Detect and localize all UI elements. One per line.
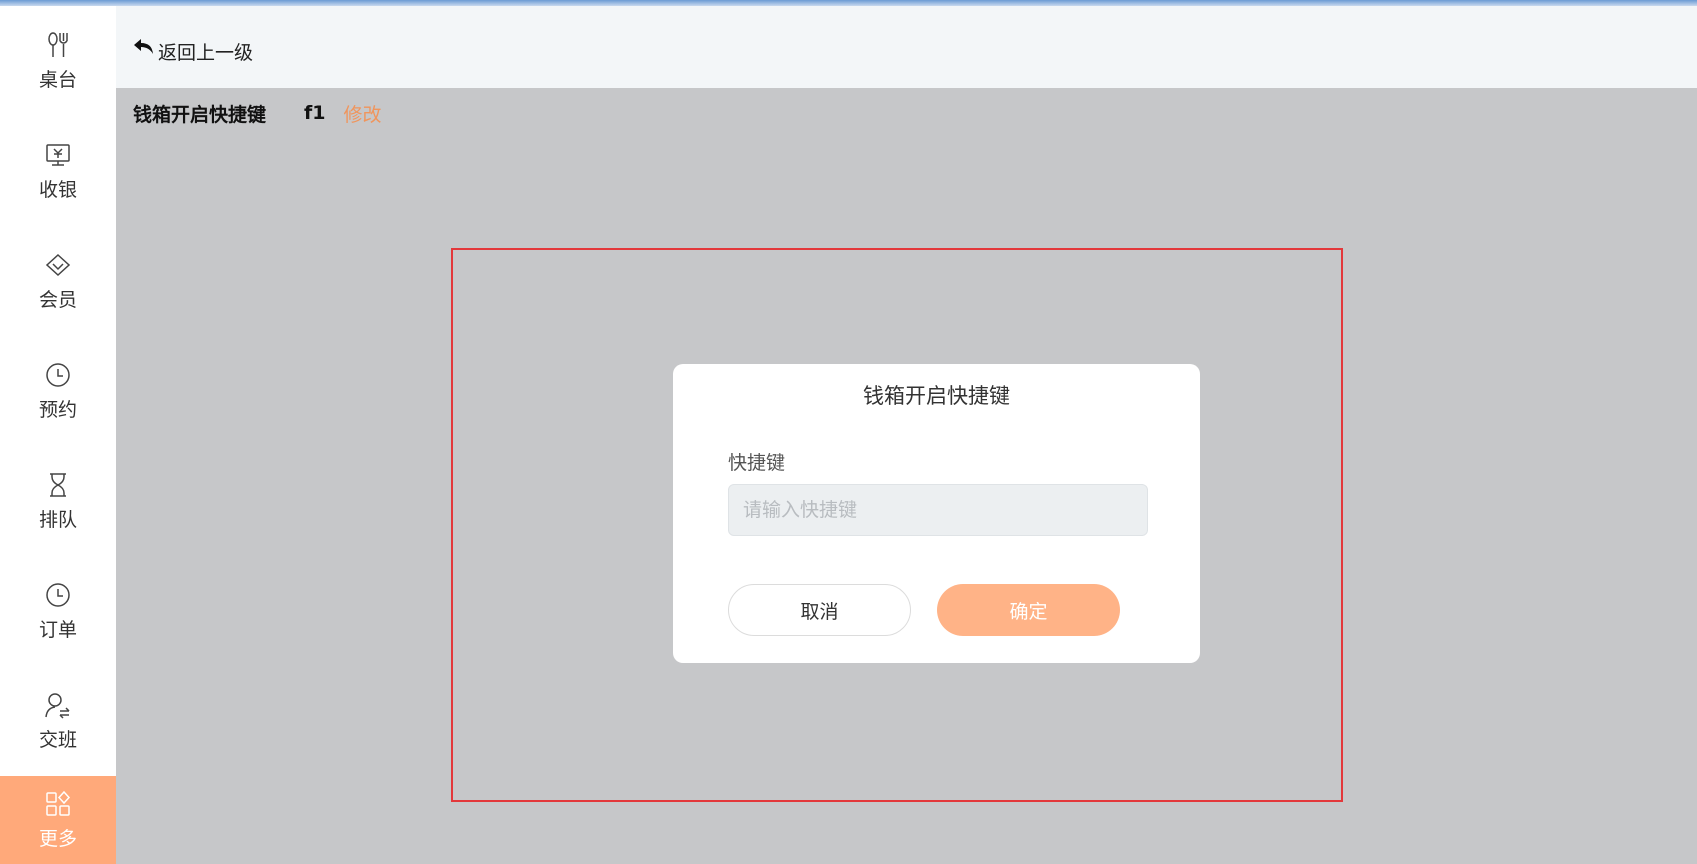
header: 返回上一级 xyxy=(116,6,1697,88)
dialog-title: 钱箱开启快捷键 xyxy=(863,384,1010,408)
sidebar-item-label: 桌台 xyxy=(38,68,77,91)
clock-icon xyxy=(46,362,70,387)
sidebar-item-tables[interactable]: 桌台 xyxy=(0,6,116,116)
confirm-button[interactable]: 确定 xyxy=(937,584,1120,636)
sidebar-item-label: 交班 xyxy=(38,728,77,751)
sidebar: 桌台 收银 会员 预约 排队 订单 交班 更多 xyxy=(0,6,116,864)
shortcut-dialog: 钱箱开启快捷键 快捷键 取消 确定 xyxy=(673,364,1200,663)
field-label: 快捷键 xyxy=(728,452,786,474)
sidebar-item-label: 收银 xyxy=(38,178,77,201)
back-label: 返回上一级 xyxy=(158,41,254,64)
back-arrow-icon xyxy=(134,39,153,54)
diamond-icon xyxy=(45,253,71,276)
user-swap-icon xyxy=(45,692,70,719)
hourglass-icon xyxy=(50,472,66,497)
sidebar-item-more[interactable]: 更多 xyxy=(0,776,116,864)
sidebar-item-members[interactable]: 会员 xyxy=(0,226,116,336)
sidebar-item-queue[interactable]: 排队 xyxy=(0,446,116,556)
edit-link[interactable]: 修改 xyxy=(344,100,382,127)
setting-row: 钱箱开启快捷键 f1 修改 xyxy=(133,96,382,130)
back-button[interactable]: 返回上一级 xyxy=(132,30,253,64)
cashier-icon xyxy=(46,143,70,166)
grid-icon xyxy=(46,790,71,816)
setting-value: f1 xyxy=(304,102,326,124)
sidebar-item-reservation[interactable]: 预约 xyxy=(0,336,116,446)
sidebar-item-label: 订单 xyxy=(38,618,77,641)
sidebar-item-label: 预约 xyxy=(38,398,77,421)
clock-icon xyxy=(46,582,70,607)
sidebar-item-label: 更多 xyxy=(38,827,77,850)
sidebar-item-cashier[interactable]: 收银 xyxy=(0,116,116,226)
shortcut-input[interactable] xyxy=(728,484,1148,536)
sidebar-item-shift[interactable]: 交班 xyxy=(0,666,116,776)
sidebar-item-orders[interactable]: 订单 xyxy=(0,556,116,666)
cancel-button[interactable]: 取消 xyxy=(728,584,911,636)
sidebar-item-label: 排队 xyxy=(38,508,77,531)
sidebar-item-label: 会员 xyxy=(38,288,77,311)
setting-title: 钱箱开启快捷键 xyxy=(133,103,267,126)
utensils-icon xyxy=(48,31,68,57)
